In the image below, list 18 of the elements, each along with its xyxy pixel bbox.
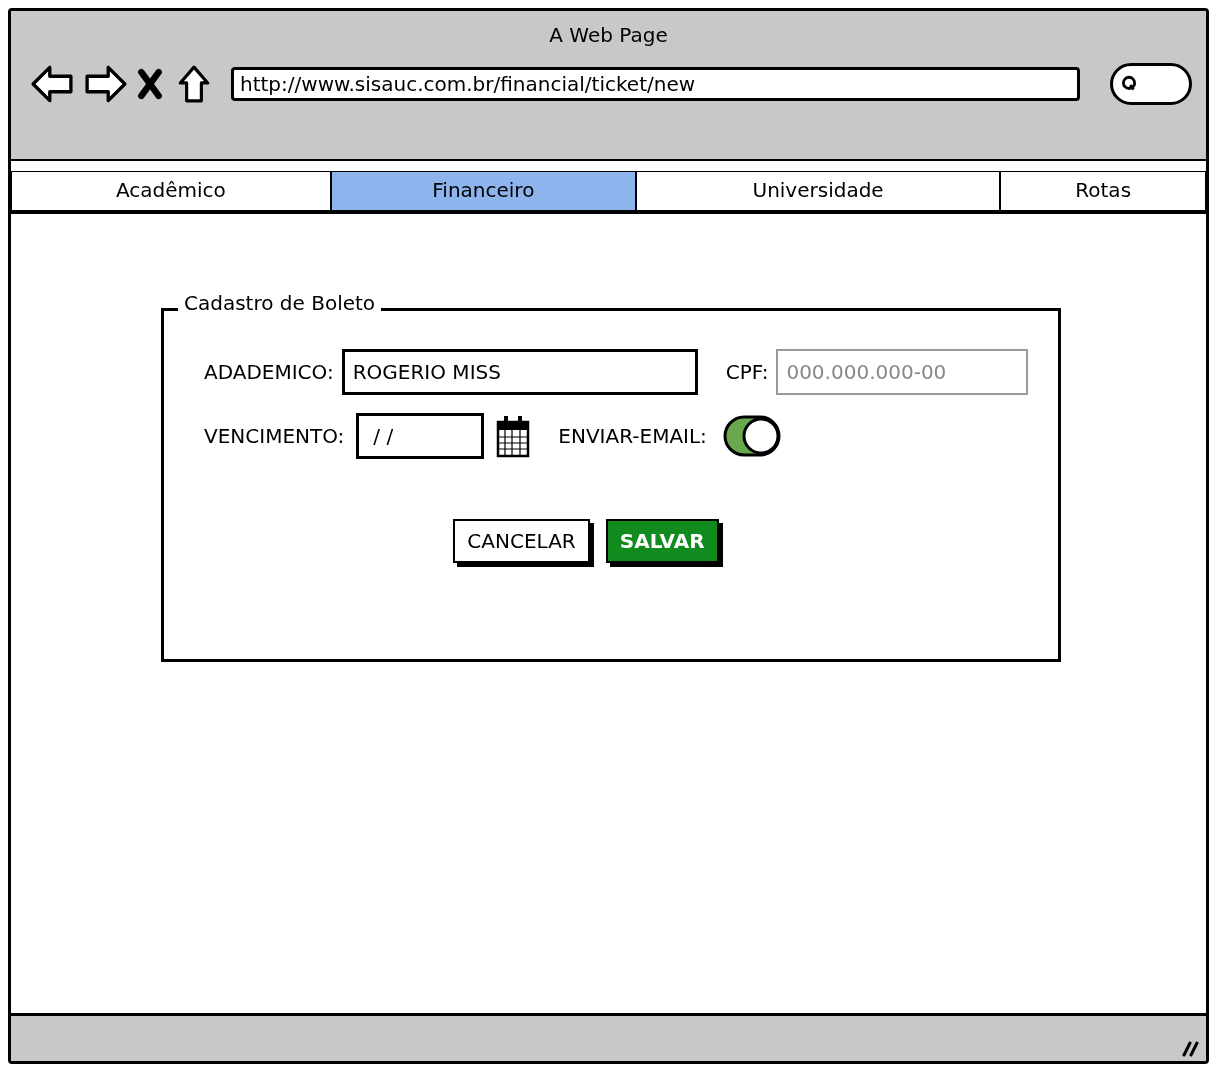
field-label: ADADEMICO:: [204, 360, 334, 384]
back-arrow-icon[interactable]: [29, 64, 75, 104]
field-label: ENVIAR-EMAIL:: [558, 424, 707, 448]
search-icon: [1121, 75, 1137, 93]
input-field[interactable]: ROGERIO MISS: [341, 349, 698, 395]
nav-tab[interactable]: Acadêmico: [11, 171, 331, 210]
nav-tab[interactable]: Financeiro: [330, 171, 636, 210]
forward-arrow-icon[interactable]: [83, 64, 129, 104]
window-title: A Web Page: [548, 22, 669, 47]
date-field[interactable]: / /: [356, 413, 485, 459]
nav-tab[interactable]: Rotas: [1000, 171, 1206, 210]
address-bar[interactable]: http://www.sisauc.com.br/financial/ticket/new: [231, 67, 1080, 101]
calendar-icon[interactable]: [496, 414, 531, 458]
search-field[interactable]: [1110, 63, 1192, 105]
input-field[interactable]: 000.000.000-00: [776, 349, 1029, 395]
nav-tab[interactable]: Universidade: [635, 171, 1001, 210]
field-label: VENCIMENTO:: [204, 424, 345, 448]
field-label: CPF:: [725, 360, 769, 384]
